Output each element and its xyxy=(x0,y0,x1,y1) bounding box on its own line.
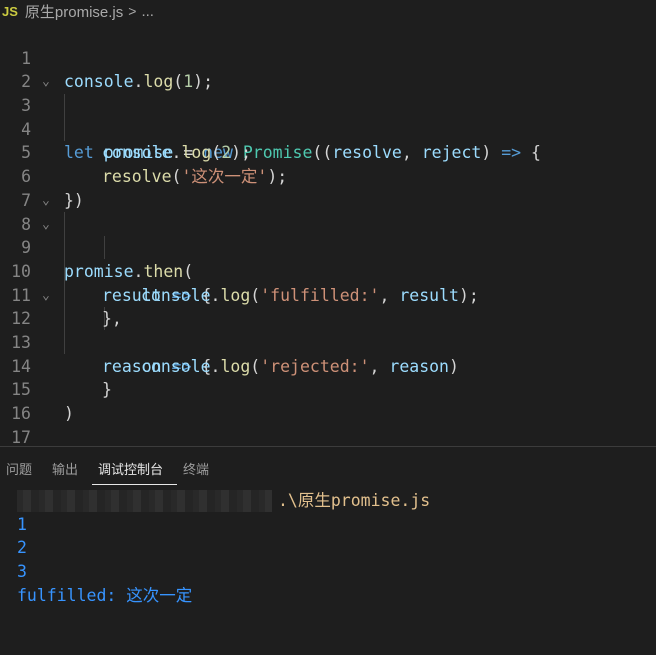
breadcrumb: JS 原生promise.js > ... xyxy=(0,0,656,22)
console-line: 2 xyxy=(17,538,27,558)
console-path-text[interactable]: .\原生promise.js xyxy=(278,489,430,513)
redacted-path xyxy=(17,489,272,512)
console-path-line: .\原生promise.js xyxy=(17,489,647,513)
tab-debug-console[interactable]: 调试控制台 xyxy=(92,456,178,485)
code-line-2: 2 xyxy=(0,47,656,91)
code-line-17: 17 console.log(3); xyxy=(0,402,656,446)
code-line-15: 15 ) xyxy=(0,355,656,423)
code-line-8: 8 ⌄ promise.then( xyxy=(0,189,656,281)
code-line-4: 4 console.log(2); xyxy=(0,94,656,163)
console-line: fulfilled: 这次一定 xyxy=(17,585,193,605)
code-line-12: 12 ⌄ reason => { xyxy=(0,284,656,376)
tab-problems[interactable]: 问题 xyxy=(0,456,46,484)
breadcrumb-more[interactable]: ... xyxy=(141,3,154,20)
code-line-14: 14 } xyxy=(0,331,656,400)
chevron-right-icon: > xyxy=(128,3,137,19)
chevron-down-icon[interactable]: ⌄ xyxy=(42,213,50,237)
panel-divider xyxy=(0,446,656,447)
chevron-down-icon[interactable]: ⌄ xyxy=(42,189,50,213)
code-line-13: 13 console.log('rejected:', reason) xyxy=(0,307,656,376)
tab-output[interactable]: 输出 xyxy=(46,456,92,484)
console-line: 1 xyxy=(17,514,27,534)
code-line-6: 6 }) xyxy=(0,141,656,210)
panel-tabs: 问题 输出 调试控制台 终端 xyxy=(0,456,656,485)
debug-console-output: .\原生promise.js 1 2 3 fulfilled: 这次一定 xyxy=(17,489,647,607)
chevron-down-icon[interactable]: ⌄ xyxy=(42,284,50,308)
tab-terminal[interactable]: 终端 xyxy=(177,456,223,484)
js-file-icon: JS xyxy=(2,3,18,19)
chevron-down-icon[interactable]: ⌄ xyxy=(42,70,50,94)
code-line-10: 10 console.log('fulfilled:', result); xyxy=(0,236,656,305)
code-line-5: 5 resolve('这次一定'); xyxy=(0,118,656,186)
console-line: 3 xyxy=(17,562,27,582)
code-line-16: 16 xyxy=(0,378,656,423)
breadcrumb-file[interactable]: 原生promise.js xyxy=(25,1,123,22)
code-line-11: 11 }, xyxy=(0,260,656,329)
code-editor[interactable]: 1 console.log(1); 2 3 ⌄ let promise = ne… xyxy=(0,23,656,446)
code-line-7: 7 xyxy=(0,165,656,210)
code-line-18: 18 xyxy=(0,426,656,446)
code-line-9: 9 ⌄ result => { xyxy=(0,213,656,305)
code-line-3: 3 ⌄ let promise = new Promise((resolve, … xyxy=(0,70,656,162)
code-line-1: 1 console.log(1); xyxy=(0,23,656,92)
